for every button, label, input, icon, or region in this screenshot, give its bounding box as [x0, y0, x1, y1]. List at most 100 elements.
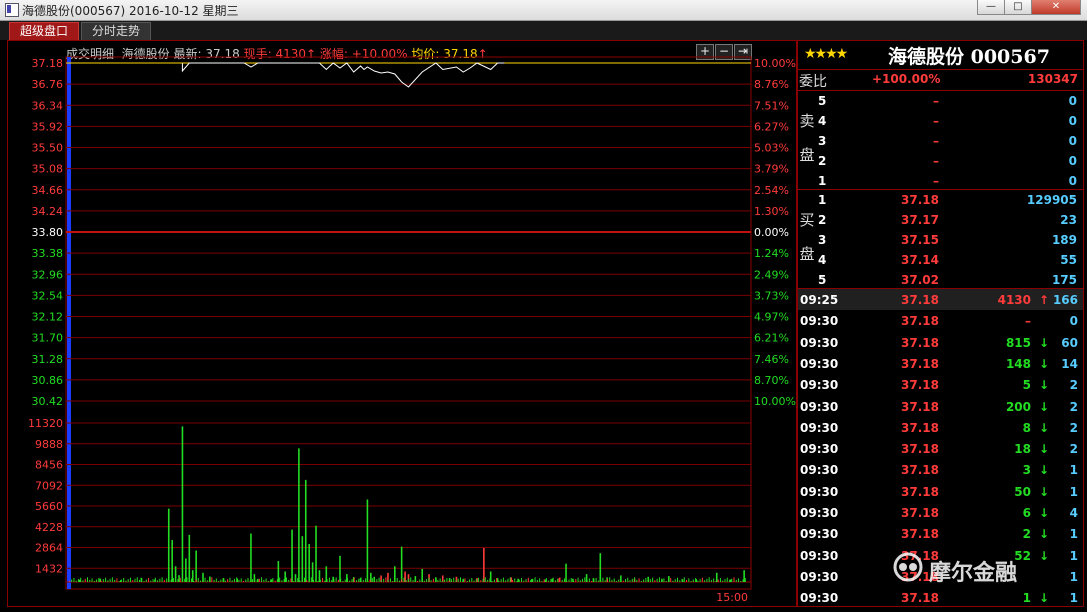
trade-row[interactable]: 09:30 37.18 200 ↓ 2: [798, 396, 1083, 417]
trade-row[interactable]: 09:25 37.18 4130 ↑ 166: [798, 289, 1083, 310]
sell-row[interactable]: 3 – 0: [798, 131, 1083, 151]
window-title: 海德股份(000567) 2016-10-12 星期三: [22, 4, 239, 18]
sell-price: –: [933, 154, 939, 168]
trade-volume: 2: [1022, 527, 1031, 541]
intraday-chart[interactable]: 37.18 10.00% 36.76 8.76% 36.34 7.51% 35.92 6.27…: [8, 41, 796, 606]
trade-time: 09:30: [800, 400, 839, 414]
sell-price: –: [933, 134, 939, 148]
maximize-button[interactable]: □: [1004, 0, 1032, 15]
buy-level: 1: [818, 193, 827, 207]
trade-count: 60: [1061, 336, 1078, 350]
trade-row[interactable]: 09:30 37.18 148 ↓ 14: [798, 353, 1083, 374]
sell-row[interactable]: 1 – 0: [798, 171, 1083, 191]
buy-row[interactable]: 3 37.15 189: [798, 230, 1083, 250]
percent-tick-label: 2.54%: [754, 184, 789, 197]
down-arrow-icon: ↓: [1038, 591, 1049, 605]
trade-count: 2: [1069, 421, 1078, 435]
trade-row[interactable]: 09:30 37.18 3 ↓ 1: [798, 459, 1083, 480]
buy-row[interactable]: 5 37.02 175: [798, 270, 1083, 290]
down-arrow-icon: ↓: [1038, 485, 1049, 499]
tab-super-orderbook[interactable]: 超级盘口: [9, 22, 79, 40]
volume-tick-label: 1432: [35, 562, 63, 575]
trade-row[interactable]: 09:30 37.18 8 ↓ 2: [798, 417, 1083, 438]
minimize-button[interactable]: —: [977, 0, 1005, 15]
buy-price: 37.15: [901, 233, 939, 247]
volume-tick-label: 2864: [35, 542, 63, 555]
sell-volume: 0: [1068, 114, 1077, 128]
price-tick-label: 33.38: [32, 247, 64, 260]
trade-row[interactable]: 09:30 37.18 5 ↓ 2: [798, 374, 1083, 395]
sell-row[interactable]: 5 – 0: [798, 91, 1083, 111]
volume-tick-label: 11320: [28, 417, 63, 430]
trade-row[interactable]: 09:30 37.18 2 ↓ 1: [798, 523, 1083, 544]
trade-volume: 4130: [997, 293, 1031, 307]
trade-count: 1: [1069, 527, 1078, 541]
price-tick-label: 36.76: [32, 78, 64, 91]
price-tick-label: 35.08: [32, 163, 64, 176]
close-button[interactable]: ✕: [1031, 0, 1081, 15]
down-arrow-icon: ↓: [1038, 463, 1049, 477]
price-tick-label: 36.34: [32, 99, 64, 112]
trade-row[interactable]: 09:30 37.18 6 ↓ 4: [798, 502, 1083, 523]
trade-time: 09:30: [800, 421, 839, 435]
orderbook-panel: ★★★★ 海德股份 000567 委比 +100.00% 130347 卖 盘 …: [797, 40, 1084, 607]
sell-volume: 0: [1068, 174, 1077, 188]
percent-tick-label: 6.21%: [754, 332, 789, 345]
stock-title: 海德股份 000567: [888, 46, 1050, 68]
order-ratio-pct: +100.00%: [872, 72, 941, 86]
buy-level: 4: [818, 253, 827, 267]
sell-row[interactable]: 4 – 0: [798, 111, 1083, 131]
sell-price: –: [933, 174, 939, 188]
trade-time: 09:30: [800, 570, 839, 584]
buy-row[interactable]: 2 37.17 23: [798, 210, 1083, 230]
buy-book: 买 盘 1 37.18 129905 2 37.17 23 3 37.15 189 4 37.14 5…: [798, 190, 1083, 289]
buy-price: 37.18: [901, 193, 939, 207]
price-tick-label: 37.18: [32, 57, 64, 70]
trade-row[interactable]: 09:30 37.18 815 ↓ 60: [798, 332, 1083, 353]
trade-volume: 50: [1014, 485, 1031, 499]
trade-volume: 815: [1005, 336, 1031, 350]
trade-volume: 18: [1014, 442, 1031, 456]
trade-price: 37.18: [901, 378, 939, 392]
window-titlebar[interactable]: 海德股份(000567) 2016-10-12 星期三 — □ ✕: [0, 0, 1087, 21]
price-tick-label: 32.54: [32, 289, 64, 302]
trade-price: 37.18: [901, 442, 939, 456]
sell-row[interactable]: 2 – 0: [798, 151, 1083, 171]
sell-level: 1: [818, 174, 827, 188]
trade-count: 1: [1069, 463, 1078, 477]
trade-row[interactable]: 09:30 37.18 – 0: [798, 310, 1083, 331]
buy-row[interactable]: 4 37.14 55: [798, 250, 1083, 270]
trade-time: 09:30: [800, 463, 839, 477]
trade-count: 1: [1069, 485, 1078, 499]
buy-row[interactable]: 1 37.18 129905: [798, 190, 1083, 210]
sell-price: –: [933, 94, 939, 108]
percent-tick-label: 10.00%: [754, 395, 796, 408]
trade-price: 37.18: [901, 591, 939, 605]
trade-price: 37.18: [901, 485, 939, 499]
percent-tick-label: 0.00%: [754, 226, 789, 239]
watermark-text: 摩尔金融: [929, 561, 1018, 586]
trade-price: 37.18: [901, 527, 939, 541]
buy-level: 2: [818, 213, 827, 227]
tab-intraday-trend[interactable]: 分时走势: [81, 22, 151, 40]
trade-row[interactable]: 09:30 37.18 50 ↓ 1: [798, 481, 1083, 502]
sell-book: 卖 盘 5–0 4–0 3–0 2–0 1–0: [798, 91, 1083, 190]
trade-price: 37.18: [901, 463, 939, 477]
trade-row[interactable]: 09:30 37.18 18 ↓ 2: [798, 438, 1083, 459]
trade-time: 09:30: [800, 591, 839, 605]
buy-volume: 189: [1051, 233, 1077, 247]
buy-level: 3: [818, 233, 827, 247]
trade-time: 09:30: [800, 442, 839, 456]
price-line: [181, 62, 505, 88]
down-arrow-icon: ↓: [1038, 378, 1049, 392]
trade-price: 37.18: [901, 421, 939, 435]
trade-count: 1: [1069, 570, 1078, 584]
price-tick-label: 32.96: [32, 268, 64, 281]
percent-tick-label: 8.70%: [754, 374, 789, 387]
trade-row[interactable]: 09:30 37.18 1 ↓ 1: [798, 587, 1083, 608]
percent-tick-label: 3.73%: [754, 289, 789, 302]
tab-bar: 超级盘口 分时走势: [0, 21, 1087, 40]
percent-tick-label: 3.79%: [754, 163, 789, 176]
percent-tick-label: 5.03%: [754, 142, 789, 155]
trade-time: 09:30: [800, 527, 839, 541]
